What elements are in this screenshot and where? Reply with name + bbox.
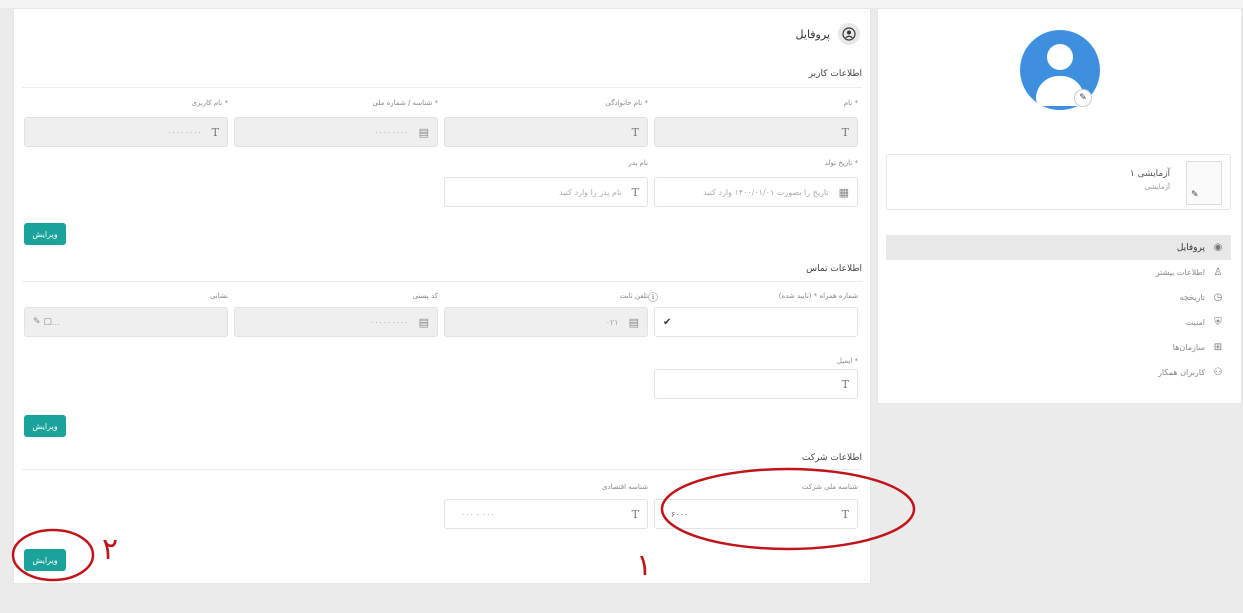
text-icon: T [631,185,639,199]
top-strip [0,0,1243,8]
economic-code-label: شناسه اقتصادی [601,483,648,491]
user-circle-icon: ◉ [1213,242,1223,253]
edit-pencil-icon[interactable]: ✎ ▢ [33,317,52,327]
father-name-label: نام پدر [628,159,648,167]
username-label: نام کاربری * [191,99,228,107]
economic-code-field[interactable]: T ۰۰۰ - ۰۰۰ [444,499,648,529]
sidebar-item-organizations[interactable]: ⊞ سازمان‌ها [886,335,1231,360]
national-id-label: شناسه / شماره ملی * [372,99,439,107]
org-subtitle: آزمایشی [1144,183,1170,191]
id-card-icon: ▤ [418,125,429,139]
first-name-label: نام * [843,99,858,107]
sidebar-item-security[interactable]: ⛨ امنیت [886,310,1231,335]
postal-icon: ▤ [418,315,429,329]
company-id-label: شناسه ملی شرکت [801,483,858,491]
save-company-button[interactable]: ویرایش [24,549,66,571]
users-icon: ⚇ [1213,367,1223,378]
address-field[interactable]: ... ✎ ▢ [24,307,228,337]
first-name-field[interactable]: T [654,117,858,147]
username-field[interactable]: T ۰۰۰۰۰۰۰۰ [24,117,228,147]
mobile-field[interactable]: ✔ [654,307,858,337]
user-circle-icon [838,23,860,45]
sidebar-item-profile[interactable]: ◉ پروفایل [886,235,1231,260]
section-title-personal: اطلاعات کاربر [808,69,862,79]
annotation-number-2: ۲ [102,532,119,567]
text-icon: T [631,507,639,521]
page-title: پروفایل [795,27,830,41]
phone-field[interactable]: ▤ ۰۲۱ [444,307,648,337]
org-name: آزمایشی ۱ [1129,169,1170,179]
org-logo: ✎ [1186,161,1222,205]
org-icon: ⊞ [1213,342,1223,353]
last-name-label: نام خانوادگی * [605,99,648,107]
page-header: پروفایل [796,23,860,45]
section-title-company: اطلاعات شرکت [801,453,862,463]
phone-icon: ▤ [628,315,639,329]
last-name-field[interactable]: T [444,117,648,147]
user-icon: ♙ [1213,267,1223,278]
text-icon: T [841,125,849,139]
history-icon: ◷ [1213,292,1223,303]
company-id-field[interactable]: T ۶۰۰۰ [654,499,858,529]
section-title-contact: اطلاعات تماس [806,264,862,274]
text-icon: T [841,507,849,521]
check-icon: ✔ [663,316,672,328]
edit-logo-icon[interactable]: ✎ [1191,190,1199,200]
email-field[interactable]: T [654,369,858,399]
organization-card[interactable]: ✎ آزمایشی ۱ آزمایشی [886,154,1231,210]
national-id-field[interactable]: ▤ ۰۰۰۰۰۰۰۰ [234,117,438,147]
save-personal-button[interactable]: ویرایش [24,223,66,245]
father-name-field[interactable]: T نام پدر را وارد کنید [444,177,648,207]
section-divider [22,281,862,282]
calendar-icon: ▦ [838,185,849,199]
text-icon: T [841,377,849,391]
info-icon[interactable]: ⓘ [648,289,658,304]
section-divider [22,87,862,88]
shield-icon: ⛨ [1214,317,1222,328]
save-contact-button[interactable]: ویرایش [24,415,66,437]
phone-label: تلفن ثابت [619,292,648,300]
postal-code-label: کد پستی [412,292,438,300]
sidebar-item-more-info[interactable]: ♙ اطلاعات بیشتر [886,260,1231,285]
sidebar-menu: ◉ پروفایل ♙ اطلاعات بیشتر ◷ تاریخچه ⛨ ام… [886,235,1231,385]
email-label: ایمیل * [836,357,858,365]
profile-form-panel: پروفایل اطلاعات کاربر نام * T نام خانواد… [13,8,871,584]
edit-avatar-icon[interactable]: ✎ [1074,89,1092,107]
birth-date-label: تاریخ تولد * [824,159,858,167]
section-divider [22,469,862,470]
postal-code-field[interactable]: ▤ ۰۰۰۰۰۰۰۰۰ [234,307,438,337]
text-icon: T [211,125,219,139]
annotation-number-1: ۱ [636,548,653,583]
sidebar-item-colleagues[interactable]: ⚇ کاربران همکار [886,360,1231,385]
profile-sidebar: ✎ ✎ آزمایشی ۱ آزمایشی ◉ پروفایل ♙ اطلاعا… [877,8,1242,404]
sidebar-item-history[interactable]: ◷ تاریخچه [886,285,1231,310]
text-icon: T [631,125,639,139]
mobile-label: شماره همراه * (تایید شده) [778,292,858,300]
address-label: نشانی [209,292,228,300]
birth-date-field[interactable]: ▦ تاریخ را بصورت ۱۴۰۰/۰۱/۰۱ وارد کنید [654,177,858,207]
